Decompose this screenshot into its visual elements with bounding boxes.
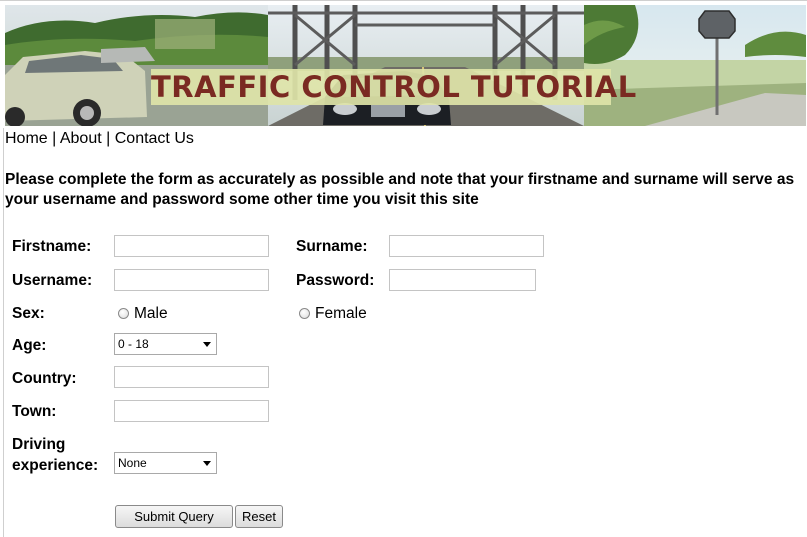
top-nav: Home | About | Contact Us: [5, 129, 194, 149]
sex-male-radio[interactable]: [118, 308, 129, 319]
site-title: TRAFFIC CONTROL TUTORIAL: [151, 69, 637, 105]
driving-experience-label-line1: Driving: [12, 436, 66, 453]
page-border-left: [3, 128, 4, 537]
surname-input[interactable]: [389, 235, 544, 257]
age-select[interactable]: 0 - 18: [114, 333, 217, 355]
sex-label: Sex:: [12, 305, 45, 322]
banner-photo-collage: [5, 5, 806, 126]
sex-female-radio[interactable]: [299, 308, 310, 319]
chevron-down-icon: [203, 461, 211, 466]
driving-experience-select[interactable]: None: [114, 452, 217, 474]
username-input[interactable]: [114, 269, 269, 291]
password-label: Password:: [296, 272, 375, 289]
header-banner: TRAFFIC CONTROL TUTORIAL: [5, 5, 806, 126]
nav-separator: |: [106, 130, 111, 147]
sex-male-label: Male: [134, 305, 168, 322]
town-input[interactable]: [114, 400, 269, 422]
firstname-label: Firstname:: [12, 238, 92, 255]
age-label: Age:: [12, 337, 47, 354]
nav-link-contact[interactable]: Contact Us: [115, 130, 194, 147]
country-label: Country:: [12, 370, 77, 387]
submit-button[interactable]: Submit Query: [115, 505, 233, 528]
chevron-down-icon: [203, 342, 211, 347]
form-instructions: Please complete the form as accurately a…: [5, 171, 795, 208]
sex-female-label: Female: [315, 305, 367, 322]
driving-experience-label-line2: experience:: [12, 457, 99, 474]
surname-label: Surname:: [296, 238, 368, 255]
reset-button[interactable]: Reset: [235, 505, 283, 528]
driving-experience-select-value: None: [118, 456, 147, 470]
nav-link-home[interactable]: Home: [5, 130, 48, 147]
country-input[interactable]: [114, 366, 269, 388]
firstname-input[interactable]: [114, 235, 269, 257]
page-border-top: [0, 0, 807, 1]
nav-link-about[interactable]: About: [60, 130, 102, 147]
username-label: Username:: [12, 272, 93, 289]
town-label: Town:: [12, 403, 57, 420]
password-input[interactable]: [389, 269, 536, 291]
nav-separator: |: [52, 130, 57, 147]
age-select-value: 0 - 18: [118, 337, 149, 351]
